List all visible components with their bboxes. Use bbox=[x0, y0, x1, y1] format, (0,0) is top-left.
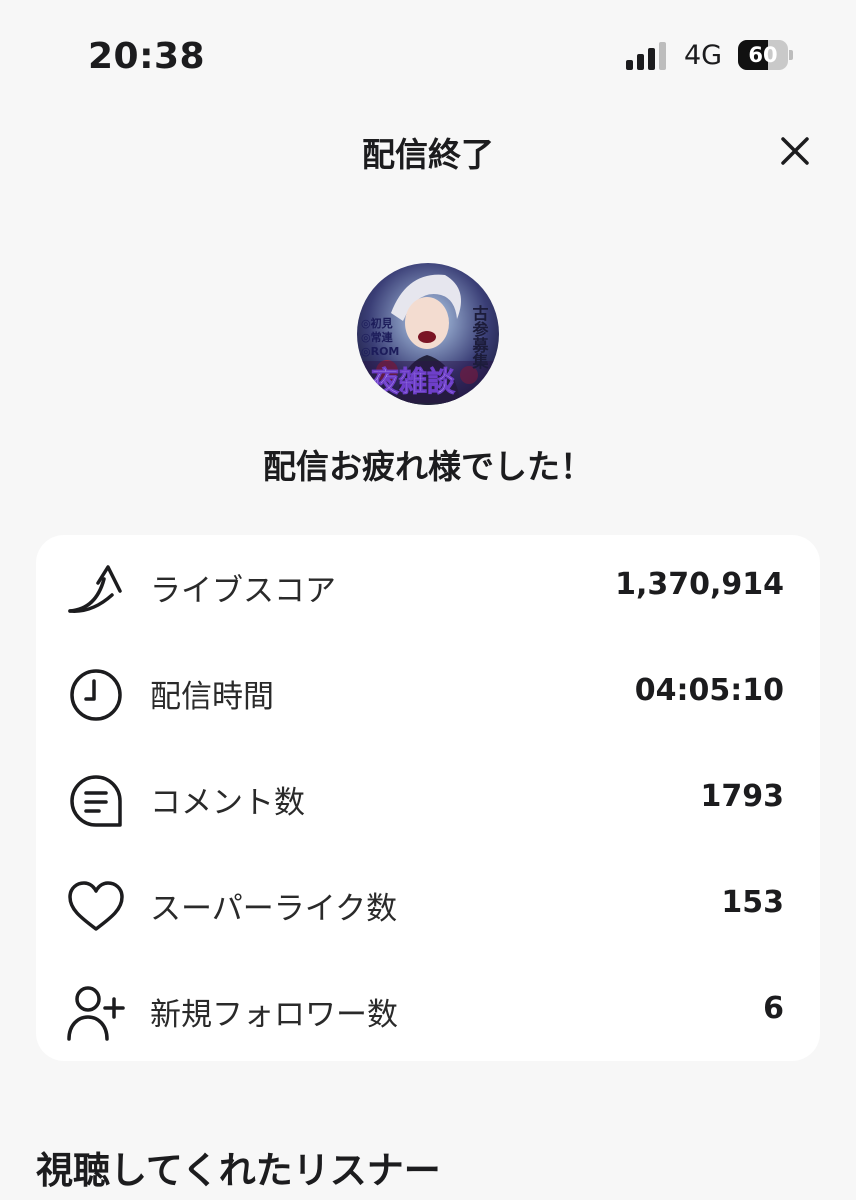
stat-value: 1793 bbox=[700, 779, 785, 814]
comment-icon bbox=[66, 771, 126, 831]
stat-value: 6 bbox=[763, 991, 784, 1026]
stat-label: 配信時間 bbox=[150, 679, 274, 715]
stat-value: 04:05:10 bbox=[634, 673, 784, 708]
avatar: 夜雑談 ◎初見 ◎常連 ◎ROM 古参募集 bbox=[357, 263, 499, 405]
stat-label: コメント数 bbox=[150, 785, 305, 821]
thanks-message: 配信お疲れ様でした！ bbox=[263, 447, 593, 486]
status-time: 20:38 bbox=[88, 36, 206, 77]
cellular-signal-icon bbox=[626, 42, 670, 70]
heart-icon bbox=[66, 877, 126, 937]
stat-value: 153 bbox=[721, 885, 784, 920]
battery-icon: 60 bbox=[738, 40, 794, 70]
clock-icon bbox=[66, 665, 126, 725]
network-type: 4G bbox=[684, 40, 723, 71]
close-button[interactable] bbox=[772, 128, 818, 174]
stat-row-super-likes: スーパーライク数 153 bbox=[36, 853, 820, 959]
battery-level: 60 bbox=[748, 43, 778, 67]
add-user-icon bbox=[66, 983, 126, 1043]
avatar-overlay-main: 夜雑談 bbox=[370, 365, 456, 398]
avatar-overlay-tag-3: ◎ROM bbox=[361, 345, 399, 358]
stat-row-comments: コメント数 1793 bbox=[36, 747, 820, 853]
stat-value: 1,370,914 bbox=[615, 567, 784, 602]
close-icon bbox=[781, 137, 809, 165]
stat-row-new-followers: 新規フォロワー数 6 bbox=[36, 959, 820, 1065]
status-bar: 20:38 4G 60 bbox=[0, 0, 856, 110]
avatar-overlay-tag-2: ◎常連 bbox=[361, 330, 394, 344]
stats-card: ライブスコア 1,370,914 配信時間 04:05:10 コメント数 179… bbox=[36, 535, 820, 1061]
avatar-overlay-tag-1: ◎初見 bbox=[361, 316, 393, 330]
page-title: 配信終了 bbox=[362, 135, 494, 174]
trending-arrow-icon bbox=[66, 559, 126, 619]
stat-row-live-score: ライブスコア 1,370,914 bbox=[36, 535, 820, 641]
stat-label: スーパーライク数 bbox=[150, 891, 398, 927]
stat-label: 新規フォロワー数 bbox=[150, 997, 398, 1033]
listeners-section-title: 視聴してくれたリスナー bbox=[36, 1149, 441, 1192]
stat-label: ライブスコア bbox=[150, 573, 336, 609]
avatar-overlay-vertical: 古参募集 bbox=[470, 304, 490, 370]
stat-row-stream-time: 配信時間 04:05:10 bbox=[36, 641, 820, 747]
